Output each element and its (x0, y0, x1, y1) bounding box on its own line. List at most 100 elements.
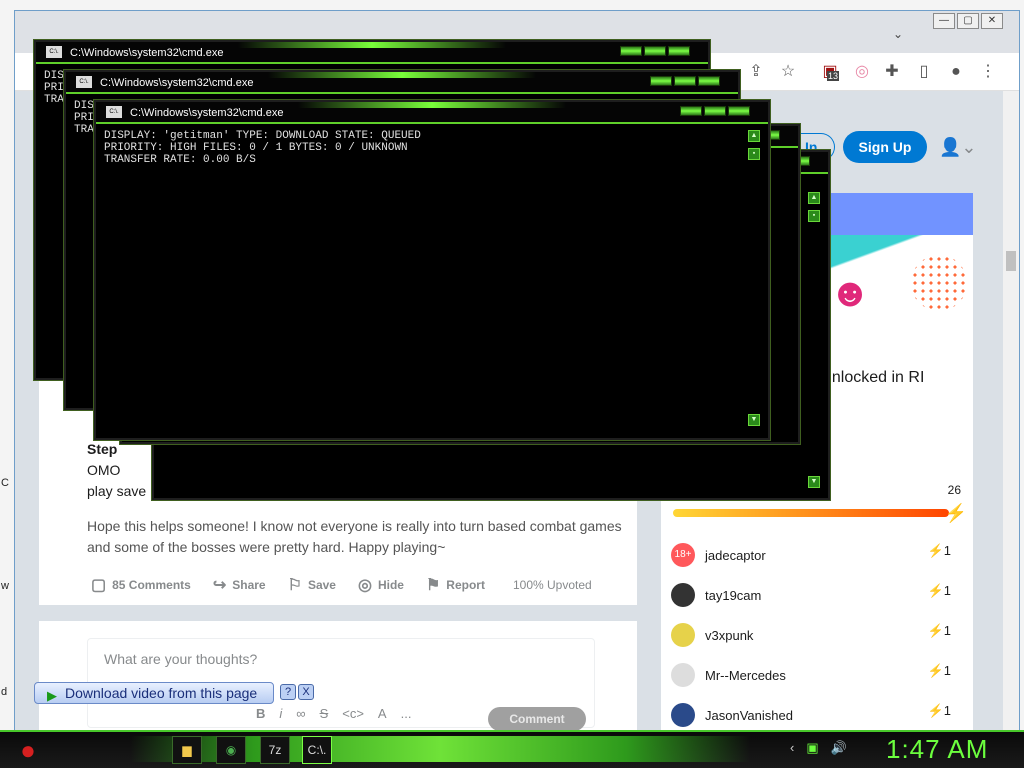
scroll-up-arrow-icon[interactable]: ▲ (748, 130, 760, 142)
user-menu-icon[interactable]: 👤⌄ (939, 137, 977, 158)
leader-count: ⚡1 (928, 623, 951, 639)
cmd-titlebar[interactable]: C:\. C:\Windows\system32\cmd.exe (36, 42, 708, 64)
download-video-bar: ▶ Download video from this page ? X (34, 682, 314, 704)
scroll-up-arrow-icon[interactable]: ▲ (808, 192, 820, 204)
download-video-button[interactable]: ▶ Download video from this page (34, 682, 274, 704)
leader-count: ⚡1 (928, 703, 951, 719)
cmd-window-buttons[interactable] (678, 106, 750, 118)
extension-badge-icon[interactable]: ▣13 (819, 61, 841, 83)
bolt-icon: ⚡ (944, 503, 967, 523)
desktop-edge-char: C (1, 477, 9, 489)
post-body-fragment: Step OMO play save (63, 439, 146, 502)
scroll-down-arrow-icon[interactable]: ▼ (808, 476, 820, 488)
pride-extension-icon[interactable]: ◎ (851, 61, 873, 83)
leaderboard-row[interactable]: JasonVanished ⚡1 (671, 695, 961, 735)
comment-icon: ▢ (91, 577, 107, 594)
flag-icon: ⚑ (425, 577, 441, 594)
tray-chevron-icon[interactable]: ‹ (790, 740, 794, 756)
avatar (671, 583, 695, 607)
puzzle-icon[interactable]: ✚ (881, 61, 903, 83)
comment-button[interactable]: Comment (488, 707, 586, 731)
leader-name: Mr--Mercedes (705, 667, 786, 683)
close-icon (668, 46, 690, 56)
strikethrough-icon[interactable]: S (320, 706, 329, 721)
maximize-button[interactable]: ▢ (957, 13, 979, 29)
chrome-icon[interactable]: ◉ (216, 736, 246, 764)
system-tray: ‹ ▣ 🔊 (790, 740, 859, 756)
menu-icon[interactable]: ⋮ (977, 61, 999, 83)
profile-icon[interactable]: ● (945, 61, 967, 83)
more-icon[interactable]: ... (401, 706, 412, 721)
leaderboard-row[interactable]: Mr--Mercedes ⚡1 (671, 655, 961, 695)
download-video-label: Download video from this page (65, 685, 258, 701)
leaderboard-row[interactable]: 18+ jadecaptor ⚡1 (671, 535, 961, 575)
cmd-titlebar[interactable]: C:\. C:\Windows\system32\cmd.exe (96, 102, 768, 124)
link-icon[interactable]: ∞ (296, 706, 305, 721)
leaderboard-row[interactable]: v3xpunk ⚡1 (671, 615, 961, 655)
folder-icon[interactable]: ▆ (172, 736, 202, 764)
page-scrollbar[interactable] (1003, 91, 1019, 731)
cmd-titlebar[interactable]: C:\. C:\Windows\system32\cmd.exe (66, 72, 738, 94)
bold-icon[interactable]: B (256, 706, 265, 721)
close-icon (728, 106, 750, 116)
volume-icon[interactable]: 🔊 (831, 740, 847, 756)
cmd-window-active[interactable]: C:\. C:\Windows\system32\cmd.exe DISPLAY… (94, 100, 770, 440)
scrollbar-thumb[interactable] (1006, 251, 1016, 271)
close-button[interactable]: X (298, 684, 314, 700)
start-button-angry-bird-icon[interactable]: ● (8, 732, 48, 768)
upvote-ratio: 100% Upvoted (512, 578, 592, 592)
cmd-window-buttons[interactable] (648, 76, 720, 88)
minimize-icon (680, 106, 702, 116)
cmd-line: DISPLAY: 'getitman' TYPE: DOWNLOAD STATE… (104, 130, 421, 142)
desktop-edge-char: d (1, 686, 8, 698)
leader-count-value: 1 (943, 623, 951, 638)
cmd-icon: C:\. (76, 76, 92, 88)
avatar (671, 703, 695, 727)
minimize-icon (650, 76, 672, 86)
minimize-button[interactable]: — (933, 13, 955, 29)
share-button[interactable]: ↪ Share (213, 575, 266, 595)
leaderboard: 18+ jadecaptor ⚡1 tay19cam ⚡1 v3xpunk ⚡1… (671, 535, 961, 735)
star-icon[interactable]: ☆ (777, 61, 799, 83)
cmd-icon: C:\. (46, 46, 62, 58)
7z-icon[interactable]: 7z (260, 736, 290, 764)
cmd-line: DIS (74, 100, 94, 112)
scroll-down-arrow-icon[interactable]: ▼ (748, 414, 760, 426)
maximize-icon (704, 106, 726, 116)
comments-button[interactable]: ▢ 85 Comments (91, 575, 191, 595)
scroll-thumb-icon[interactable]: ▪ (748, 148, 760, 160)
report-button[interactable]: ⚑ Report (426, 575, 485, 595)
report-label: Report (446, 578, 485, 592)
avatar (671, 663, 695, 687)
cmd-window-buttons[interactable] (618, 46, 690, 58)
share-label: Share (232, 578, 266, 592)
signup-button[interactable]: Sign Up (843, 131, 927, 163)
extension-badge-count: 13 (827, 71, 840, 81)
tab-list-chevron-icon[interactable]: ⌄ (893, 27, 903, 41)
superscript-icon[interactable]: A (378, 706, 387, 721)
inline-code-icon[interactable]: <c> (342, 706, 364, 721)
hide-button[interactable]: ◎ Hide (358, 575, 404, 595)
save-button[interactable]: ⚐ Save (288, 575, 336, 595)
share-icon[interactable]: ⇪ (745, 61, 767, 83)
leaderboard-row[interactable]: tay19cam ⚡1 (671, 575, 961, 615)
share-arrow-icon: ↪ (212, 577, 227, 594)
partial-line: OMO (87, 462, 121, 478)
cmd-icon: C:\. (106, 106, 122, 118)
post-divider (39, 605, 637, 621)
cmd-icon[interactable]: C:\. (302, 736, 332, 764)
close-icon (698, 76, 720, 86)
desktop-edge-char: w (1, 580, 9, 592)
clock[interactable]: 1:47 AM (886, 734, 988, 765)
italic-icon[interactable]: i (279, 706, 282, 721)
leader-count-value: 1 (943, 703, 951, 718)
cmd-output: DIS PRI TRA (74, 100, 94, 136)
network-icon[interactable]: ▣ (806, 740, 818, 756)
close-window-button[interactable]: ✕ (981, 13, 1003, 29)
cmd-line: DIS (44, 70, 64, 82)
help-button[interactable]: ? (280, 684, 296, 700)
scroll-thumb-icon[interactable]: ▪ (808, 210, 820, 222)
side-panel-icon[interactable]: ▯ (913, 61, 935, 83)
banner-title: unlocked in RI (823, 369, 925, 386)
avatar: 18+ (671, 543, 695, 567)
